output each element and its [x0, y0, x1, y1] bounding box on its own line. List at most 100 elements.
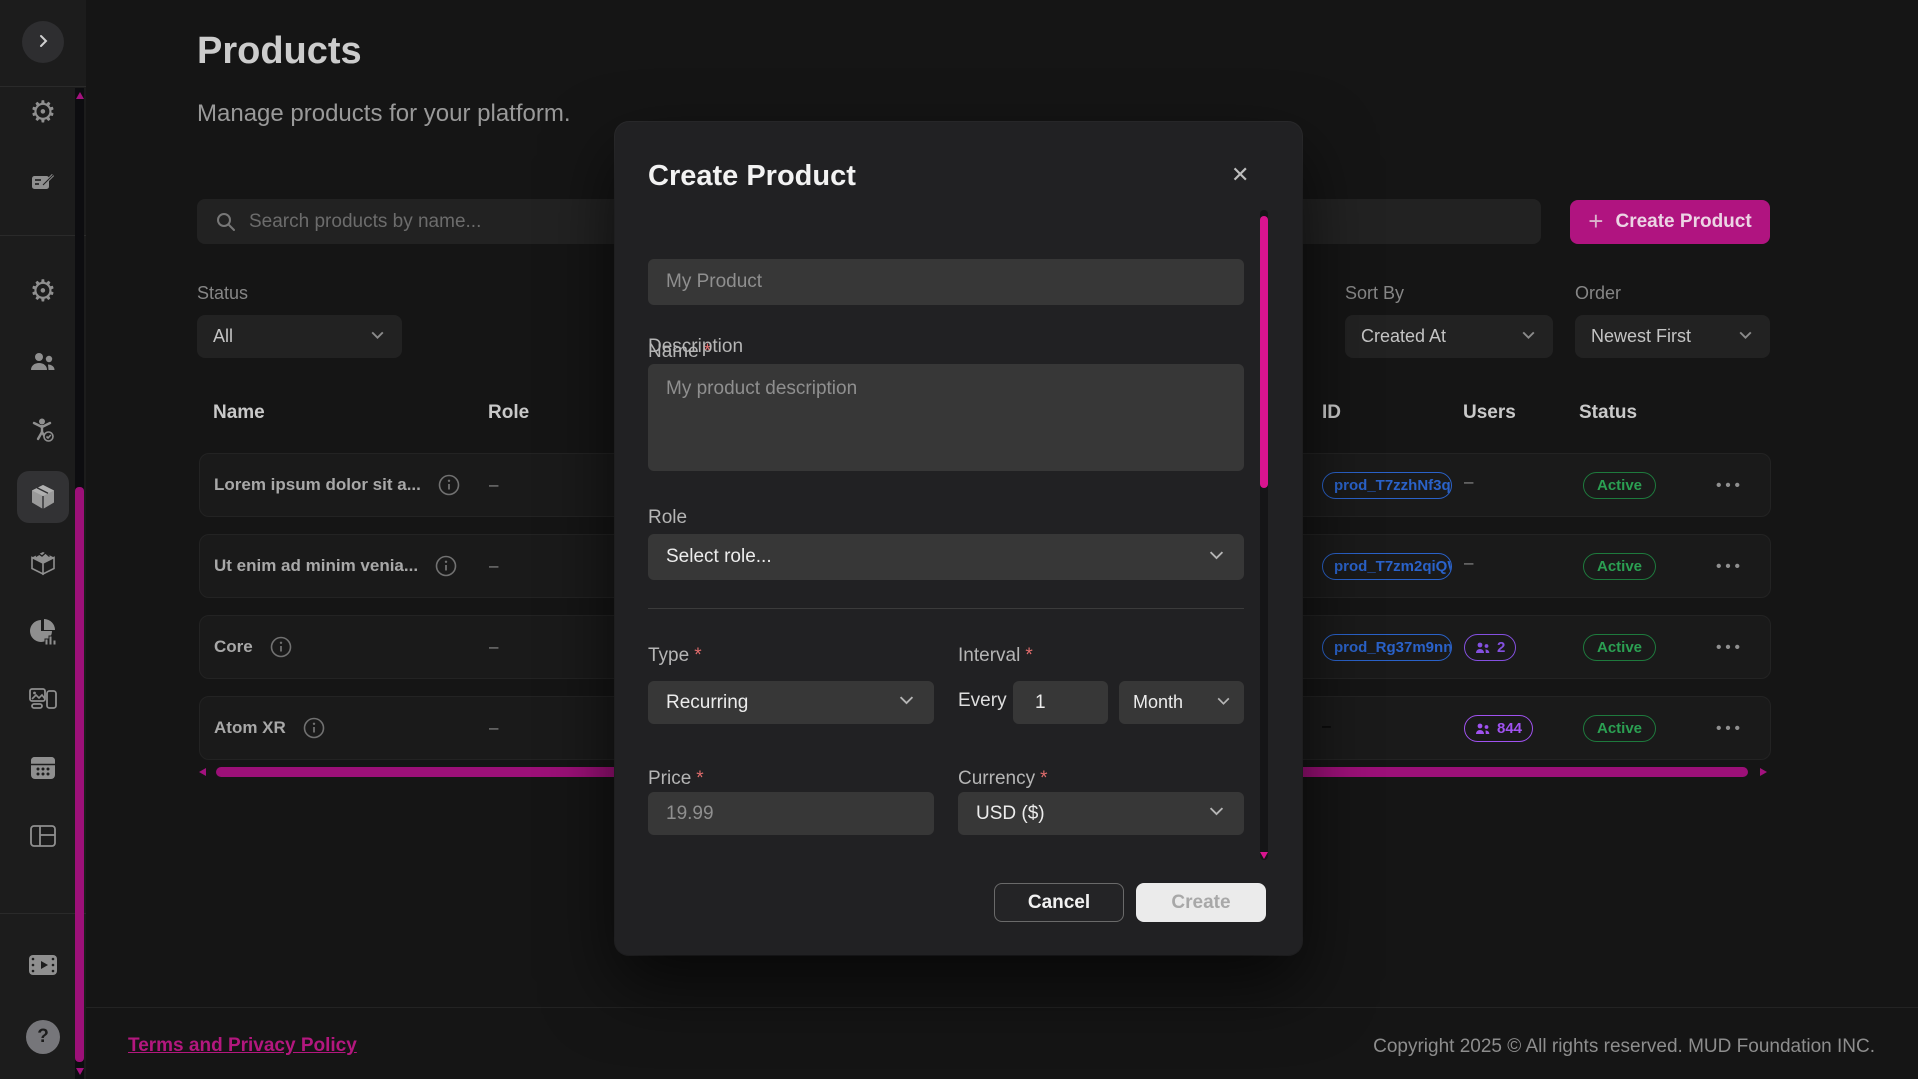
sidebar-expand-button[interactable] — [22, 21, 64, 63]
price-label: Price* — [648, 768, 704, 790]
status-filter-select[interactable]: All — [197, 315, 402, 358]
sidebar-item-analytics[interactable] — [17, 606, 69, 658]
interval-label-text: Interval — [958, 645, 1020, 666]
role-select[interactable]: Select role... — [648, 534, 1244, 580]
info-icon[interactable] — [437, 473, 461, 497]
sidebar-item-help[interactable]: ? — [17, 1011, 69, 1063]
status-cell: Active — [1583, 472, 1656, 499]
interval-unit-select[interactable]: Month — [1119, 681, 1244, 724]
modal-scrollbar-thumb[interactable] — [1260, 216, 1268, 488]
sidebar-item-media[interactable] — [17, 537, 69, 589]
sidebar-item-layout[interactable] — [17, 810, 69, 862]
order-label: Order — [1575, 283, 1621, 304]
cancel-button[interactable]: Cancel — [994, 883, 1124, 922]
app-root: ⚙ ⚙ — [0, 0, 1918, 1079]
order-select[interactable]: Newest First — [1575, 315, 1770, 358]
product-name: Atom XR — [214, 718, 286, 738]
sidebar-item-users[interactable] — [17, 336, 69, 388]
status-badge: Active — [1583, 715, 1656, 742]
gear-icon: ⚙ — [30, 98, 57, 128]
users-count-badge[interactable]: 844 — [1464, 715, 1533, 742]
info-icon[interactable] — [269, 635, 293, 659]
product-id-badge[interactable]: prod_Rg37m9nnb — [1322, 634, 1452, 661]
sidebar-item-devices[interactable] — [17, 673, 69, 725]
sidebar-item-preferences[interactable]: ⚙ — [17, 266, 69, 318]
copyright-text: Copyright 2025 © All rights reserved. MU… — [1373, 1036, 1875, 1058]
type-value: Recurring — [666, 692, 748, 714]
interval-count-input[interactable] — [1013, 681, 1108, 724]
description-label: Description — [648, 336, 743, 358]
product-name-cell: Ut enim ad minim venia... — [214, 535, 458, 597]
product-name: Ut enim ad minim venia... — [214, 556, 418, 576]
sidebar-item-calendar[interactable] — [17, 742, 69, 794]
row-actions-menu[interactable]: ••• — [1705, 535, 1755, 597]
product-name-cell: Lorem ipsum dolor sit a... — [214, 454, 461, 516]
id-cell: prod_T7zm2qiQW — [1322, 553, 1452, 585]
type-label-text: Type — [648, 645, 689, 666]
users-cell: 844 — [1464, 715, 1533, 742]
row-actions-menu[interactable]: ••• — [1705, 616, 1755, 678]
chevron-down-icon — [897, 690, 916, 715]
help-icon: ? — [26, 1020, 60, 1054]
product-id-badge[interactable]: prod_T7zzhNf3q9 — [1322, 472, 1452, 499]
status-filter-label: Status — [197, 283, 248, 304]
sidebar-item-billing[interactable] — [17, 156, 69, 208]
price-input[interactable] — [648, 792, 934, 835]
status-cell: Active — [1583, 715, 1656, 742]
required-marker: * — [694, 645, 701, 666]
sidebar-item-products[interactable] — [17, 471, 69, 523]
role-value: Select role... — [666, 546, 772, 568]
create-button[interactable]: Create — [1136, 883, 1266, 922]
status-cell: Active — [1583, 553, 1656, 580]
status-cell: Active — [1583, 634, 1656, 661]
layout-panel-icon — [28, 822, 58, 850]
scroll-right-arrow-icon[interactable] — [1760, 768, 1767, 776]
terms-privacy-link[interactable]: Terms and Privacy Policy — [128, 1035, 357, 1057]
column-header-role: Role — [488, 402, 529, 424]
product-name: Lorem ipsum dolor sit a... — [214, 475, 421, 495]
sort-by-select[interactable]: Created At — [1345, 315, 1553, 358]
interval-unit-value: Month — [1133, 692, 1183, 713]
row-actions-menu[interactable]: ••• — [1705, 697, 1755, 759]
close-icon[interactable]: ✕ — [1231, 162, 1249, 188]
sidebar-item-videos[interactable] — [17, 939, 69, 991]
product-name: Core — [214, 637, 253, 657]
status-badge: Active — [1583, 634, 1656, 661]
id-cell: prod_T7zzhNf3q9 — [1322, 472, 1452, 504]
sidebar-scrollbar-thumb[interactable] — [75, 487, 84, 1062]
role-cell: – — [489, 556, 498, 576]
scroll-up-arrow-icon[interactable] — [76, 92, 84, 99]
calendar-dots-icon — [28, 754, 58, 782]
info-icon[interactable] — [434, 554, 458, 578]
create-product-button[interactable]: + Create Product — [1570, 200, 1770, 244]
column-header-status: Status — [1579, 402, 1637, 424]
modal-title: Create Product — [648, 160, 856, 193]
gear-icon: ⚙ — [30, 277, 57, 307]
sidebar-divider — [0, 235, 86, 236]
create-product-modal: Create Product ✕ Name* Description Role … — [615, 122, 1302, 955]
currency-select[interactable]: USD ($) — [958, 792, 1244, 835]
sidebar-item-members[interactable] — [17, 404, 69, 456]
chevron-right-icon — [33, 31, 53, 54]
chevron-down-icon — [1207, 545, 1226, 570]
row-actions-menu[interactable]: ••• — [1705, 454, 1755, 516]
status-badge: Active — [1583, 472, 1656, 499]
users-count-badge[interactable]: 2 — [1464, 634, 1516, 661]
scroll-left-arrow-icon[interactable] — [199, 768, 206, 776]
info-icon[interactable] — [302, 716, 326, 740]
product-name-cell: Atom XR — [214, 697, 326, 759]
role-cell: – — [489, 637, 498, 657]
product-description-textarea[interactable] — [648, 364, 1244, 471]
product-id-badge[interactable]: prod_T7zm2qiQW — [1322, 553, 1452, 580]
product-name-input[interactable] — [648, 259, 1244, 305]
interval-every-label: Every — [958, 690, 1007, 712]
required-marker: * — [1025, 645, 1032, 666]
page-subtitle: Manage products for your platform. — [197, 100, 571, 128]
sidebar-item-settings[interactable]: ⚙ — [17, 87, 69, 139]
person-check-icon — [29, 416, 57, 444]
scroll-down-arrow-icon[interactable] — [76, 1068, 84, 1075]
type-select[interactable]: Recurring — [648, 681, 934, 724]
interval-label: Interval* — [958, 645, 1033, 667]
scroll-down-arrow-icon[interactable] — [1260, 852, 1268, 859]
column-header-id: ID — [1322, 402, 1341, 424]
